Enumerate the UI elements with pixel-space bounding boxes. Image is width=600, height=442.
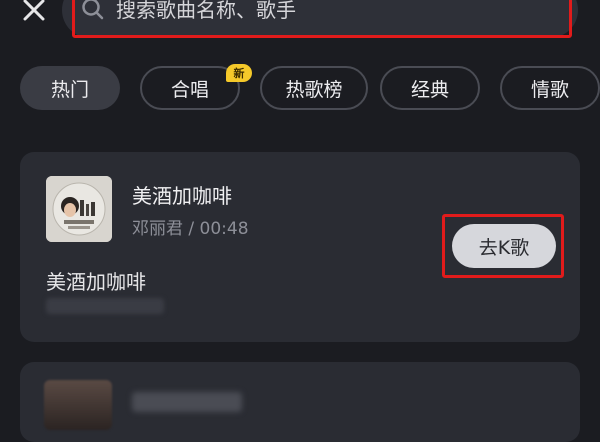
song-title: 美酒加咖啡	[132, 184, 232, 208]
song-title-blurred	[132, 392, 242, 412]
search-input[interactable]	[116, 0, 556, 24]
tab-label: 热歌榜	[285, 78, 343, 101]
song-lyric: 美酒加咖啡	[46, 270, 146, 294]
tab-hot[interactable]: 热门	[20, 66, 120, 110]
sing-karaoke-button[interactable]: 去K歌	[452, 224, 556, 268]
tab-classic[interactable]: 经典	[380, 66, 480, 110]
song-subtitle-blurred	[46, 298, 164, 314]
album-cover	[46, 176, 112, 242]
tab-label: 热门	[50, 78, 89, 101]
tab-label: 合唱	[170, 78, 209, 101]
song-meta: 邓丽君 / 00:48	[132, 219, 249, 239]
search-icon	[80, 0, 106, 22]
album-cover	[44, 380, 112, 430]
close-button[interactable]	[14, 0, 54, 32]
tab-hot-chart[interactable]: 热歌榜	[260, 66, 368, 110]
tab-label: 经典	[410, 78, 449, 101]
tab-love-songs[interactable]: 情歌	[500, 66, 600, 110]
close-icon	[21, 0, 47, 27]
new-badge: 新	[226, 64, 252, 82]
sing-button-label: 去K歌	[478, 236, 530, 259]
tab-label: 情歌	[530, 78, 569, 101]
tab-duet[interactable]: 合唱 新	[140, 64, 252, 110]
